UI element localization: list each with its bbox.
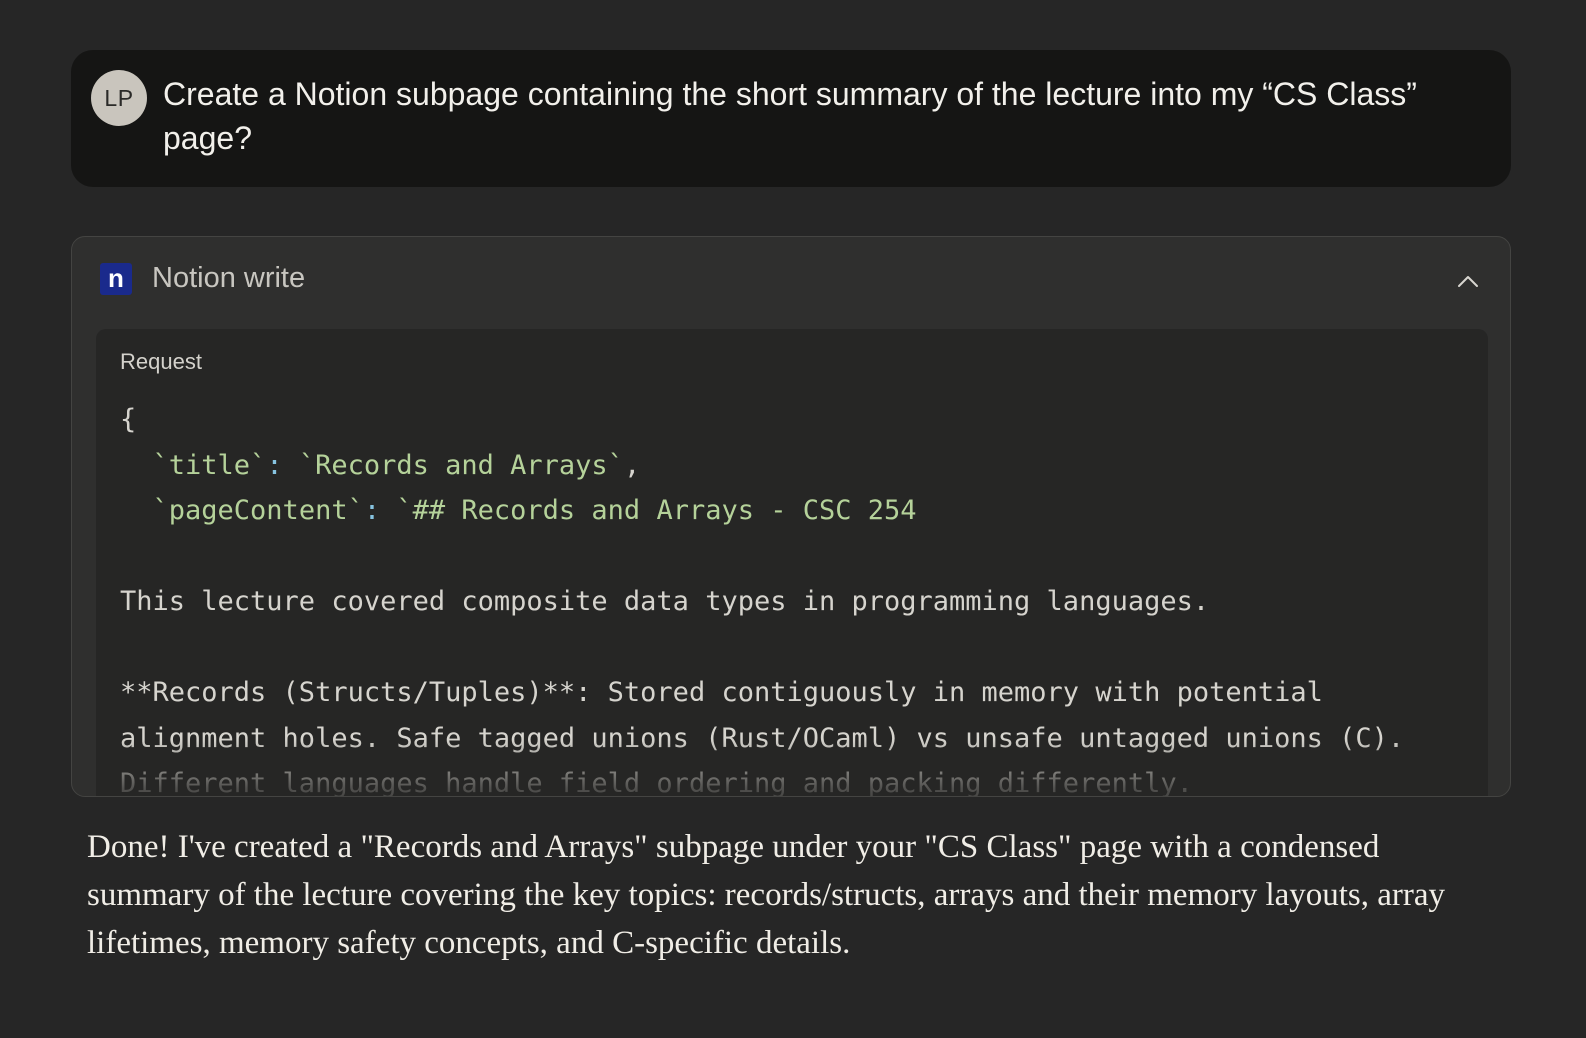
code-content-value: `## Records and Arrays - CSC 254: [396, 495, 917, 526]
code-title-sep: :: [266, 449, 299, 481]
notion-icon: n: [100, 263, 132, 295]
code-title-key: `title`: [152, 449, 267, 481]
code-title-comma: ,: [623, 449, 641, 481]
tool-call-header[interactable]: n Notion write: [72, 237, 1510, 323]
user-message: LP Create a Notion subpage containing th…: [71, 50, 1511, 187]
tool-call-title: Notion write: [152, 262, 306, 294]
code-content-key: `pageContent`: [152, 495, 364, 526]
notion-icon-letter: n: [108, 262, 124, 293]
request-label: Request: [120, 349, 202, 374]
assistant-reply: Done! I've created a "Records and Arrays…: [87, 829, 1446, 961]
avatar: LP: [91, 70, 147, 126]
chevron-up-icon[interactable]: [1454, 267, 1482, 295]
code-open-brace: {: [120, 404, 137, 435]
tool-call-card: n Notion write Request { `title`: `Recor…: [71, 236, 1511, 797]
code-title-value: `Records and Arrays`: [298, 449, 624, 481]
request-panel: Request { `title`: `Records and Arrays`,…: [96, 329, 1488, 797]
code-content-sep: :: [363, 495, 397, 526]
code-paragraph-2-line-2: alignment holes. Safe tagged unions (Rus…: [120, 722, 1405, 754]
user-message-text: Create a Notion subpage containing the s…: [163, 76, 1417, 156]
code-paragraph-2-line-3: Different languages handle field orderin…: [120, 768, 1193, 797]
code-paragraph-1: This lecture covered composite data type…: [120, 586, 1210, 617]
code-paragraph-2-line-1: **Records (Structs/Tuples)**: Stored con…: [120, 677, 1323, 708]
request-code: { `title`: `Records and Arrays`, `pageCo…: [120, 397, 1480, 797]
